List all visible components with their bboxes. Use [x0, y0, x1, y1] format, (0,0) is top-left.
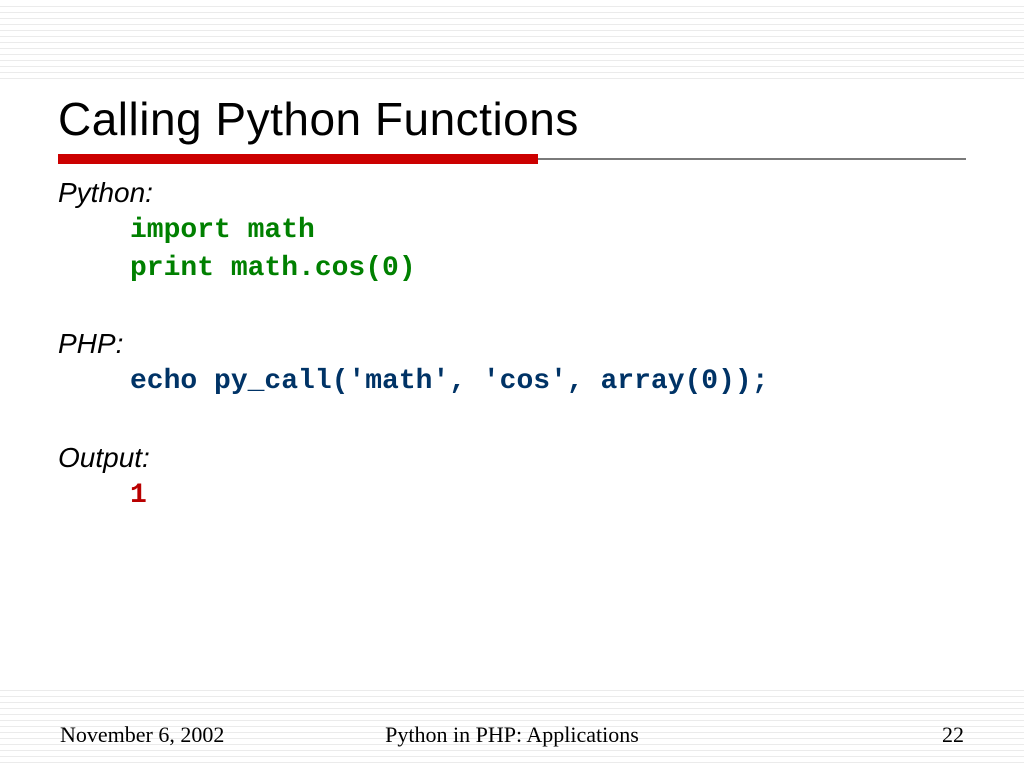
slide-content: Calling Python Functions Python: import …	[58, 92, 966, 515]
title-underline	[58, 154, 966, 164]
output-value: 1	[58, 477, 966, 515]
body-content: Python: import math print math.cos(0) PH…	[58, 174, 966, 515]
underline-grey-segment	[538, 158, 966, 160]
php-code-line: echo py_call('math', 'cos', array(0));	[58, 363, 966, 401]
decorative-lines-top	[0, 0, 1024, 79]
slide-footer: November 6, 2002 Python in PHP: Applicat…	[60, 722, 964, 748]
python-code-line-1: import math	[58, 212, 966, 250]
footer-date: November 6, 2002	[60, 722, 224, 748]
python-code-line-2: print math.cos(0)	[58, 250, 966, 288]
underline-red-segment	[58, 154, 538, 164]
footer-page-number: 22	[942, 722, 964, 748]
python-label: Python:	[58, 174, 966, 212]
output-label: Output:	[58, 439, 966, 477]
footer-subject: Python in PHP: Applications	[385, 722, 639, 748]
slide-title: Calling Python Functions	[58, 92, 966, 146]
php-label: PHP:	[58, 325, 966, 363]
